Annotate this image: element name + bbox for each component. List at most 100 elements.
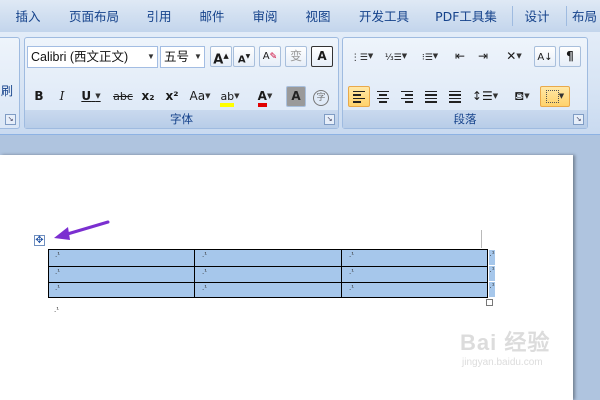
borders-icon [545,90,559,103]
numbering-button[interactable]: ⅓☰▼ [380,46,412,67]
shrink-font-button[interactable]: A▼ [233,46,255,67]
ribbon: 刷 ↘ Calibri (西文正文) ▼ 五号 ▼ A▲ A▼ A✎ 变 A B… [0,32,600,135]
chevron-down-icon[interactable]: ▼ [145,47,157,67]
tab-developer[interactable]: 开发工具 [352,0,416,32]
change-case-button[interactable]: Aa▼ [185,86,215,107]
tab-references[interactable]: 引用 [140,0,178,32]
table-cell[interactable]: .¹ [49,283,195,299]
tab-layout[interactable]: 布局 [572,0,600,32]
font-group: Calibri (西文正文) ▼ 五号 ▼ A▲ A▼ A✎ 变 A B I U… [24,37,339,129]
paragraph-dialog-launcher-icon[interactable]: ↘ [573,114,584,125]
font-color-button[interactable]: A▼ [250,86,280,107]
bold-icon: B [34,89,44,103]
selected-table[interactable]: .¹ .¹ .¹ .¹ .¹ .¹ .¹ .¹ .¹ [48,249,488,298]
increase-indent-icon: ⇥ [477,49,489,63]
format-painter-label[interactable]: 刷 [1,82,13,99]
increase-indent-button[interactable]: ⇥ [472,46,494,67]
align-left-button[interactable] [348,86,370,107]
clipboard-launcher-icon[interactable]: ↘ [5,114,16,125]
distributed-icon [449,89,461,105]
enclose-characters-button[interactable]: 字 [311,86,331,107]
paragraph-mark: .¹ [54,306,60,314]
table-column-border[interactable] [341,250,342,297]
strikethrough-button[interactable]: abc [111,86,135,107]
table-row[interactable]: .¹ .¹ .¹ [49,266,487,283]
underline-button[interactable]: U ▼ [75,86,107,107]
table-cell[interactable]: .¹ [343,250,489,266]
bullets-button[interactable]: ⋮☰▼ [346,46,378,67]
table-row[interactable]: .¹ .¹ .¹ [49,282,487,299]
chevron-down-icon[interactable]: ▼ [192,47,204,67]
italic-button[interactable]: I [52,86,72,107]
grow-font-button[interactable]: A▲ [210,46,232,67]
character-shading-button[interactable]: A [286,86,306,107]
chevron-down-icon: ▼ [492,92,499,100]
table-cell[interactable]: .¹ [196,267,342,283]
grow-font-icon: A [213,52,224,68]
character-border-button[interactable]: A [311,46,333,67]
table-cell[interactable]: .¹ [49,250,195,266]
font-name-combo[interactable]: Calibri (西文正文) ▼ [27,46,158,68]
align-right-button[interactable] [396,86,418,107]
enclose-characters-icon: 字 [313,90,329,106]
table-row[interactable]: .¹ .¹ .¹ [49,250,487,266]
tab-insert[interactable]: 插入 [8,0,48,32]
table-cell[interactable]: .¹ [343,283,489,299]
chinese-layout-button[interactable]: ✕▼ [499,46,529,67]
end-of-cell-mark: .¹ [55,268,61,276]
ribbon-tab-bar: 插入 页面布局 引用 邮件 审阅 视图 开发工具 PDF工具集 设计 布局 [0,0,600,33]
end-of-cell-mark: .¹ [202,284,208,292]
table-cell[interactable]: .¹ [196,250,342,266]
font-name-value: Calibri (西文正文) [31,50,129,64]
borders-button[interactable]: ▼ [540,86,570,107]
numbered-list-icon: ⅓☰ [384,53,402,63]
show-hide-marks-button[interactable]: ¶ [559,46,581,67]
justify-button[interactable] [420,86,442,107]
end-of-cell-mark: .¹ [55,251,61,259]
clear-formatting-button[interactable]: A✎ [259,46,281,67]
tab-separator [566,6,567,26]
table-cell[interactable]: .¹ [196,283,342,299]
chevron-down-icon: ▼ [95,92,101,100]
tab-page-layout[interactable]: 页面布局 [62,0,126,32]
text-highlight-button[interactable]: ab▼ [215,86,245,107]
strikethrough-icon: abc [113,90,133,103]
multilevel-list-button[interactable]: ⁝☰▼ [414,46,446,67]
align-center-button[interactable] [372,86,394,107]
shading-button[interactable]: ⛾▼ [506,86,538,107]
font-size-combo[interactable]: 五号 ▼ [160,46,205,68]
tab-mailings[interactable]: 邮件 [193,0,231,32]
chevron-down-icon: ▼ [401,52,408,60]
table-cell[interactable]: .¹ [343,267,489,283]
table-move-handle-icon[interactable]: ✥ [34,235,45,246]
tab-review[interactable]: 审阅 [246,0,284,32]
bullet-list-icon: ⋮☰ [350,53,368,63]
table-column-border[interactable] [194,250,195,297]
chinese-layout-icon: ✕ [506,49,517,63]
tab-design[interactable]: 设计 [518,0,556,32]
font-color-icon: A [257,90,267,107]
chevron-down-icon: ▼ [524,92,530,100]
sort-button[interactable]: A↓ [534,46,556,67]
end-of-cell-mark: .¹ [349,268,355,276]
bold-button[interactable]: B [29,86,49,107]
table-resize-handle[interactable] [486,299,493,306]
clear-format-icon: A [262,51,270,62]
chevron-down-icon: ▼ [234,92,240,100]
table-cell[interactable]: .¹ [49,267,195,283]
align-left-icon [353,89,365,105]
end-of-row-mark: .¹ [489,266,495,281]
subscript-button[interactable]: x₂ [137,86,159,107]
line-spacing-button[interactable]: ↕☰▼ [469,86,501,107]
tab-pdf-tools[interactable]: PDF工具集 [430,0,502,32]
phonetic-guide-button[interactable]: 变 [285,46,307,67]
character-shading-icon: A [291,89,301,103]
tab-view[interactable]: 视图 [299,0,337,32]
font-size-value: 五号 [164,50,190,64]
font-dialog-launcher-icon[interactable]: ↘ [324,114,335,125]
subscript-icon: x₂ [141,89,155,103]
chevron-down-icon: ▼ [205,92,211,100]
decrease-indent-button[interactable]: ⇤ [449,46,471,67]
superscript-button[interactable]: x² [161,86,183,107]
distributed-button[interactable] [444,86,466,107]
